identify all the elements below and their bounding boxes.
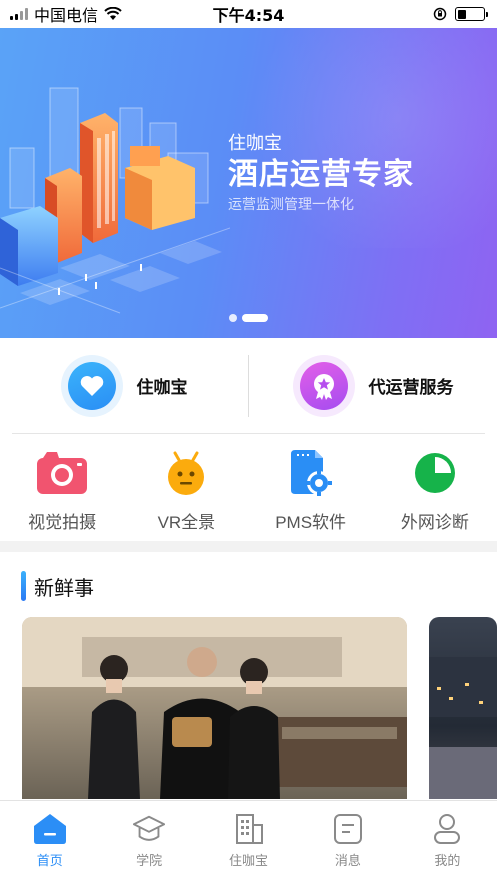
- user-icon: [434, 814, 461, 844]
- tool-vr-panorama[interactable]: VR全景: [124, 434, 248, 541]
- tab-label: 住咖宝: [229, 854, 269, 869]
- graduation-cap-icon: [133, 815, 166, 841]
- quick-tools: 视觉拍摄 VR全景 PMS软件 外网诊断: [0, 434, 497, 541]
- news-header: 新鲜事: [21, 571, 94, 601]
- status-bar: 中国电信 下午4:54: [0, 0, 497, 28]
- tool-visual-shooting[interactable]: 视觉拍摄: [0, 434, 124, 541]
- section-accent-bar: [21, 571, 26, 601]
- banner-title: 酒店运营专家: [228, 157, 414, 192]
- feature-zhukabao[interactable]: 住咖宝: [0, 338, 248, 433]
- banner-brand: 住咖宝: [228, 133, 282, 154]
- tab-academy[interactable]: 学院: [99, 801, 198, 883]
- building-icon: [235, 814, 263, 844]
- banner-subtitle: 运营监测管理一体化: [228, 197, 354, 213]
- hero-banner[interactable]: 住咖宝 酒店运营专家 运营监测管理一体化: [0, 28, 497, 338]
- carousel-dot[interactable]: [229, 314, 237, 322]
- news-photo: [429, 657, 497, 799]
- feature-label: 代运营服务: [368, 378, 454, 398]
- feature-entries: 住咖宝 代运营服务: [0, 338, 497, 433]
- tab-zhukabao[interactable]: 住咖宝: [199, 801, 298, 883]
- tool-pms-software[interactable]: PMS软件: [249, 434, 373, 541]
- tool-label: 视觉拍摄: [28, 513, 97, 532]
- document-gear-icon: [290, 450, 332, 496]
- tab-bar: 首页 学院 住咖宝 消息 我的: [0, 800, 497, 883]
- tab-label: 消息: [334, 854, 361, 869]
- carousel-dot-active[interactable]: [242, 314, 268, 322]
- rotation-lock-icon: [433, 7, 447, 21]
- news-title: 新鲜事: [34, 575, 94, 600]
- tool-label: 外网诊断: [400, 513, 469, 532]
- tab-label: 我的: [434, 854, 461, 869]
- wifi-icon: [104, 7, 122, 20]
- home-icon: [33, 814, 66, 844]
- heart-icon: [80, 375, 103, 396]
- clock: 下午4:54: [212, 6, 285, 25]
- tab-home[interactable]: 首页: [0, 801, 99, 883]
- city-illustration: [0, 87, 230, 314]
- message-icon: [333, 814, 362, 844]
- tab-label: 首页: [36, 854, 63, 869]
- feature-operation-service[interactable]: 代运营服务: [249, 338, 497, 433]
- signal-icon: [10, 8, 28, 20]
- tab-messages[interactable]: 消息: [298, 801, 397, 883]
- feature-label: 住咖宝: [136, 378, 188, 398]
- camera-icon: [37, 452, 88, 494]
- battery-icon: [455, 7, 488, 21]
- carousel-indicator[interactable]: [229, 314, 268, 322]
- section-separator: [0, 541, 497, 552]
- news-card[interactable]: [429, 617, 497, 799]
- android-robot-icon: [168, 451, 205, 495]
- pie-chart-icon: [414, 453, 455, 493]
- tool-label: PMS软件: [275, 513, 347, 532]
- tool-label: VR全景: [157, 513, 216, 532]
- carrier-label: 中国电信: [34, 6, 99, 25]
- news-card[interactable]: [22, 617, 407, 799]
- tab-profile[interactable]: 我的: [398, 801, 497, 883]
- news-photo: [22, 617, 407, 799]
- tab-label: 学院: [136, 854, 163, 869]
- tool-network-diagnosis[interactable]: 外网诊断: [373, 434, 497, 541]
- star-badge-icon: [313, 373, 334, 400]
